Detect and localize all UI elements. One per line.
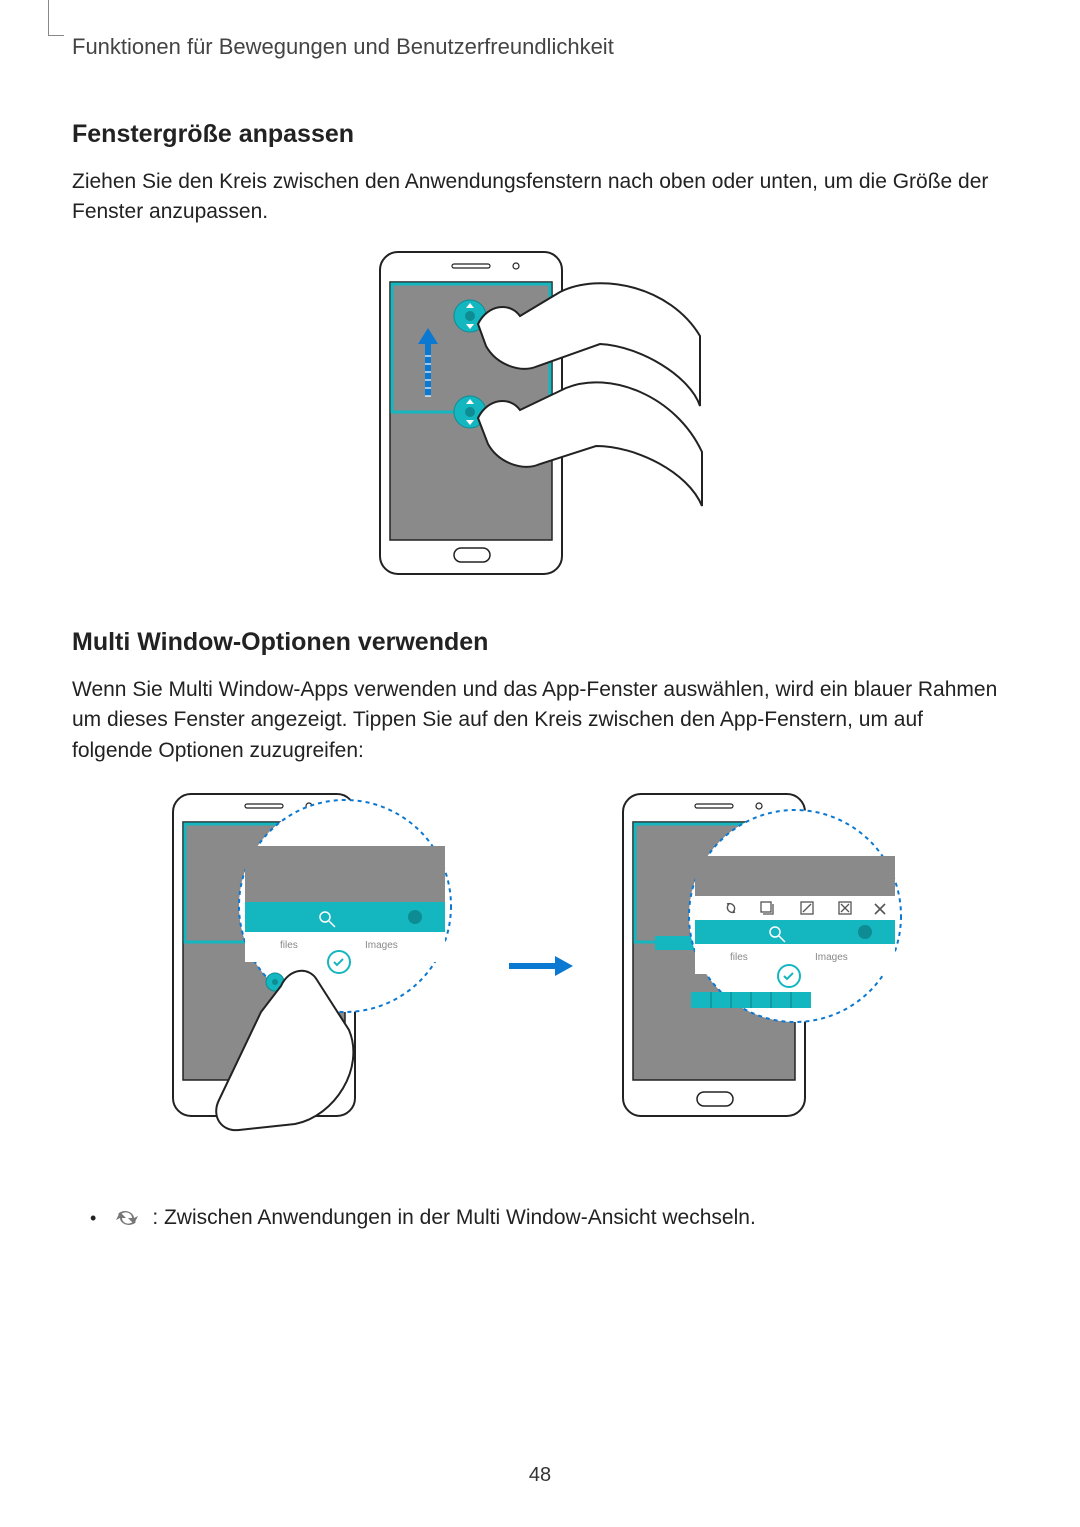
section2-body: Wenn Sie Multi Window-Apps verwenden und…	[72, 675, 1008, 766]
svg-text:Images: Images	[815, 952, 848, 963]
swap-icon	[112, 1206, 142, 1230]
svg-text:files: files	[280, 940, 298, 951]
page-corner-mark	[48, 0, 64, 36]
section1-heading: Fenstergröße anpassen	[72, 120, 1008, 149]
section2-heading: Multi Window-Optionen verwenden	[72, 628, 1008, 657]
page-number: 48	[0, 1464, 1080, 1487]
figure-resize-window	[72, 246, 1008, 586]
bullet-text: : Zwischen Anwendungen in der Multi Wind…	[152, 1206, 755, 1230]
running-head: Funktionen für Bewegungen und Benutzerfr…	[72, 34, 1008, 60]
figure-multiwindow-options: files Images	[72, 786, 1008, 1146]
svg-text:Images: Images	[365, 940, 398, 951]
bullet-swap-apps: • : Zwischen Anwendungen in der Multi Wi…	[90, 1206, 1008, 1230]
arrow-right-icon	[505, 946, 575, 986]
bullet-dot-icon: •	[90, 1209, 102, 1227]
svg-text:files: files	[730, 952, 748, 963]
section1-body: Ziehen Sie den Kreis zwischen den Anwend…	[72, 167, 1008, 228]
